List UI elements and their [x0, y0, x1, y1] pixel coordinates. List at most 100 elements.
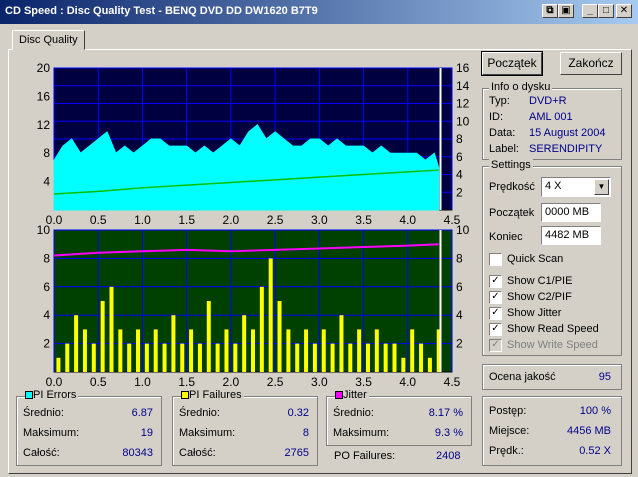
y-right-tick-label: 16 [456, 61, 470, 75]
end-button[interactable]: Zakończ [560, 52, 622, 75]
pif-bar [357, 329, 362, 372]
pif-bar [348, 343, 353, 372]
y-left-tick-label: 6 [43, 280, 50, 294]
type-value: DVD+R [529, 95, 567, 107]
pif-bar [286, 329, 291, 372]
pi-failures-max-label: Maksimum: [179, 427, 236, 439]
pif-bar [215, 343, 220, 372]
pi-errors-avg-label: Średnio: [23, 407, 64, 419]
show-jitter-checkbox[interactable]: ✓ [489, 307, 502, 320]
pi-errors-total: 80343 [122, 447, 153, 459]
y-right-tick-label: 6 [456, 280, 463, 294]
end-label: Koniec [489, 231, 523, 243]
copy-icon[interactable]: ⧉ [542, 4, 558, 18]
start-label: Początek [489, 207, 535, 219]
y-left-tick-label: 20 [37, 61, 51, 75]
charts: 0.0 0.5 1.0 1.5 2.0 2.5 3.0 3.5 4.0 4.5 20 16 12 8 4 16… [37, 61, 470, 389]
pif-bar [242, 315, 247, 372]
progress-group: Postęp: 100 % Miejsce: 4456 MB Prędk.: 0… [482, 396, 622, 466]
x-tick-label: 1.5 [178, 213, 195, 227]
show-jitter-label: Show Jitter [507, 307, 562, 319]
minimize-button[interactable]: _ [582, 4, 598, 18]
jitter-max-label: Maksimum: [333, 427, 390, 439]
show-c1-checkbox[interactable]: ✓ [489, 275, 502, 288]
pif-bar [56, 357, 61, 372]
tab-disc-quality[interactable]: Disc Quality [12, 30, 85, 50]
show-read-checkbox[interactable]: ✓ [489, 323, 502, 336]
progress-label: Postęp: [489, 405, 527, 417]
y-left-tick-label: 4 [43, 175, 50, 189]
x-tick-label: 2.5 [267, 213, 284, 227]
jitter-max: 9.3 % [434, 427, 463, 439]
jitter-title: Jitter [341, 389, 369, 401]
pif-bar [74, 315, 79, 372]
disc-info-group: Info o dysku Typ: DVD+R ID: AML 001 Data… [482, 81, 622, 160]
x-tick-label: 4.0 [399, 375, 416, 389]
show-write-checkbox: ✓ [489, 339, 502, 352]
show-c2-checkbox[interactable]: ✓ [489, 291, 502, 304]
chevron-down-icon[interactable]: ▼ [594, 179, 609, 195]
pif-bar [383, 343, 388, 372]
po-failures-value: 2408 [436, 450, 461, 462]
quality-label: Ocena jakość [489, 371, 556, 383]
pif-bar [180, 343, 185, 372]
quick-scan-checkbox[interactable] [489, 253, 502, 266]
y-right-tick-label: 8 [456, 132, 463, 146]
x-tick-label: 1.0 [134, 375, 151, 389]
type-label: Typ: [489, 95, 510, 107]
pif-bar [339, 315, 344, 372]
pi-errors-total-label: Całość: [23, 447, 60, 459]
speed-select[interactable]: 4 X ▼ [541, 177, 611, 197]
id-label: ID: [489, 111, 504, 123]
settings-group: Settings Prędkość 4 X ▼ Początek 0000 MB… [482, 159, 622, 356]
quick-scan-label: Quick Scan [507, 253, 564, 265]
pif-bar [268, 258, 273, 372]
pi-failures-avg: 0.32 [287, 407, 309, 419]
pif-bar [374, 329, 379, 372]
y-right-tick-label: 2 [456, 185, 463, 199]
x-tick-label: 3.0 [311, 213, 328, 227]
y-left-tick-label: 4 [43, 308, 50, 322]
title-bar: CD Speed : Disc Quality Test - BENQ DVD … [0, 0, 638, 24]
close-button[interactable]: ✕ [616, 4, 632, 18]
y-right-tick-label: 2 [456, 337, 463, 351]
x-tick-label: 0.5 [90, 213, 107, 227]
end-input[interactable]: 4482 MB [541, 226, 601, 245]
pif-bar [295, 343, 300, 372]
pif-bar [82, 329, 87, 372]
y-right-tick-label: 12 [456, 97, 470, 111]
pi-errors-avg: 6.87 [131, 407, 153, 419]
read-speed-label: Prędk.: [489, 445, 524, 457]
pif-bar [419, 343, 424, 372]
pif-bar [100, 301, 105, 372]
pif-bar [91, 343, 96, 372]
pif-bar [312, 343, 317, 372]
start-button[interactable]: Początek [481, 51, 543, 76]
jitter-avg-label: Średnio: [333, 407, 374, 419]
y-right-tick-label: 10 [456, 114, 470, 128]
pif-bar [127, 343, 132, 372]
settings-title: Settings [489, 159, 533, 171]
start-input[interactable]: 0000 MB [541, 203, 601, 222]
quality-value: 95 [598, 371, 611, 383]
pi-failures-swatch [181, 391, 189, 399]
pi-failures-chart: 0.0 0.5 1.0 1.5 2.0 2.5 3.0 3.5 4.0 4.5 10 8 6 4 2 10 8 6… [37, 223, 470, 389]
pif-bar [153, 329, 158, 372]
speed-value: 4 X [545, 180, 562, 192]
pif-bar [277, 301, 282, 372]
maximize-button[interactable]: □ [598, 4, 614, 18]
pi-errors-group: PI Errors Średnio: 6.87 Maksimum: 19 Cał… [16, 389, 162, 466]
jitter-avg: 8.17 % [428, 407, 463, 419]
pif-bar [365, 343, 370, 372]
label-value: SERENDIPITY [529, 143, 603, 155]
pif-bar [206, 301, 211, 372]
x-tick-label: 0.5 [90, 375, 107, 389]
date-label: Data: [489, 127, 516, 139]
pif-bar [401, 357, 406, 372]
pi-failures-avg-label: Średnio: [179, 407, 220, 419]
x-tick-label: 3.5 [355, 375, 372, 389]
pif-bar [189, 329, 194, 372]
x-tick-label: 1.0 [134, 213, 151, 227]
place-label: Miejsce: [489, 425, 530, 437]
save-icon[interactable]: ▣ [558, 4, 574, 18]
